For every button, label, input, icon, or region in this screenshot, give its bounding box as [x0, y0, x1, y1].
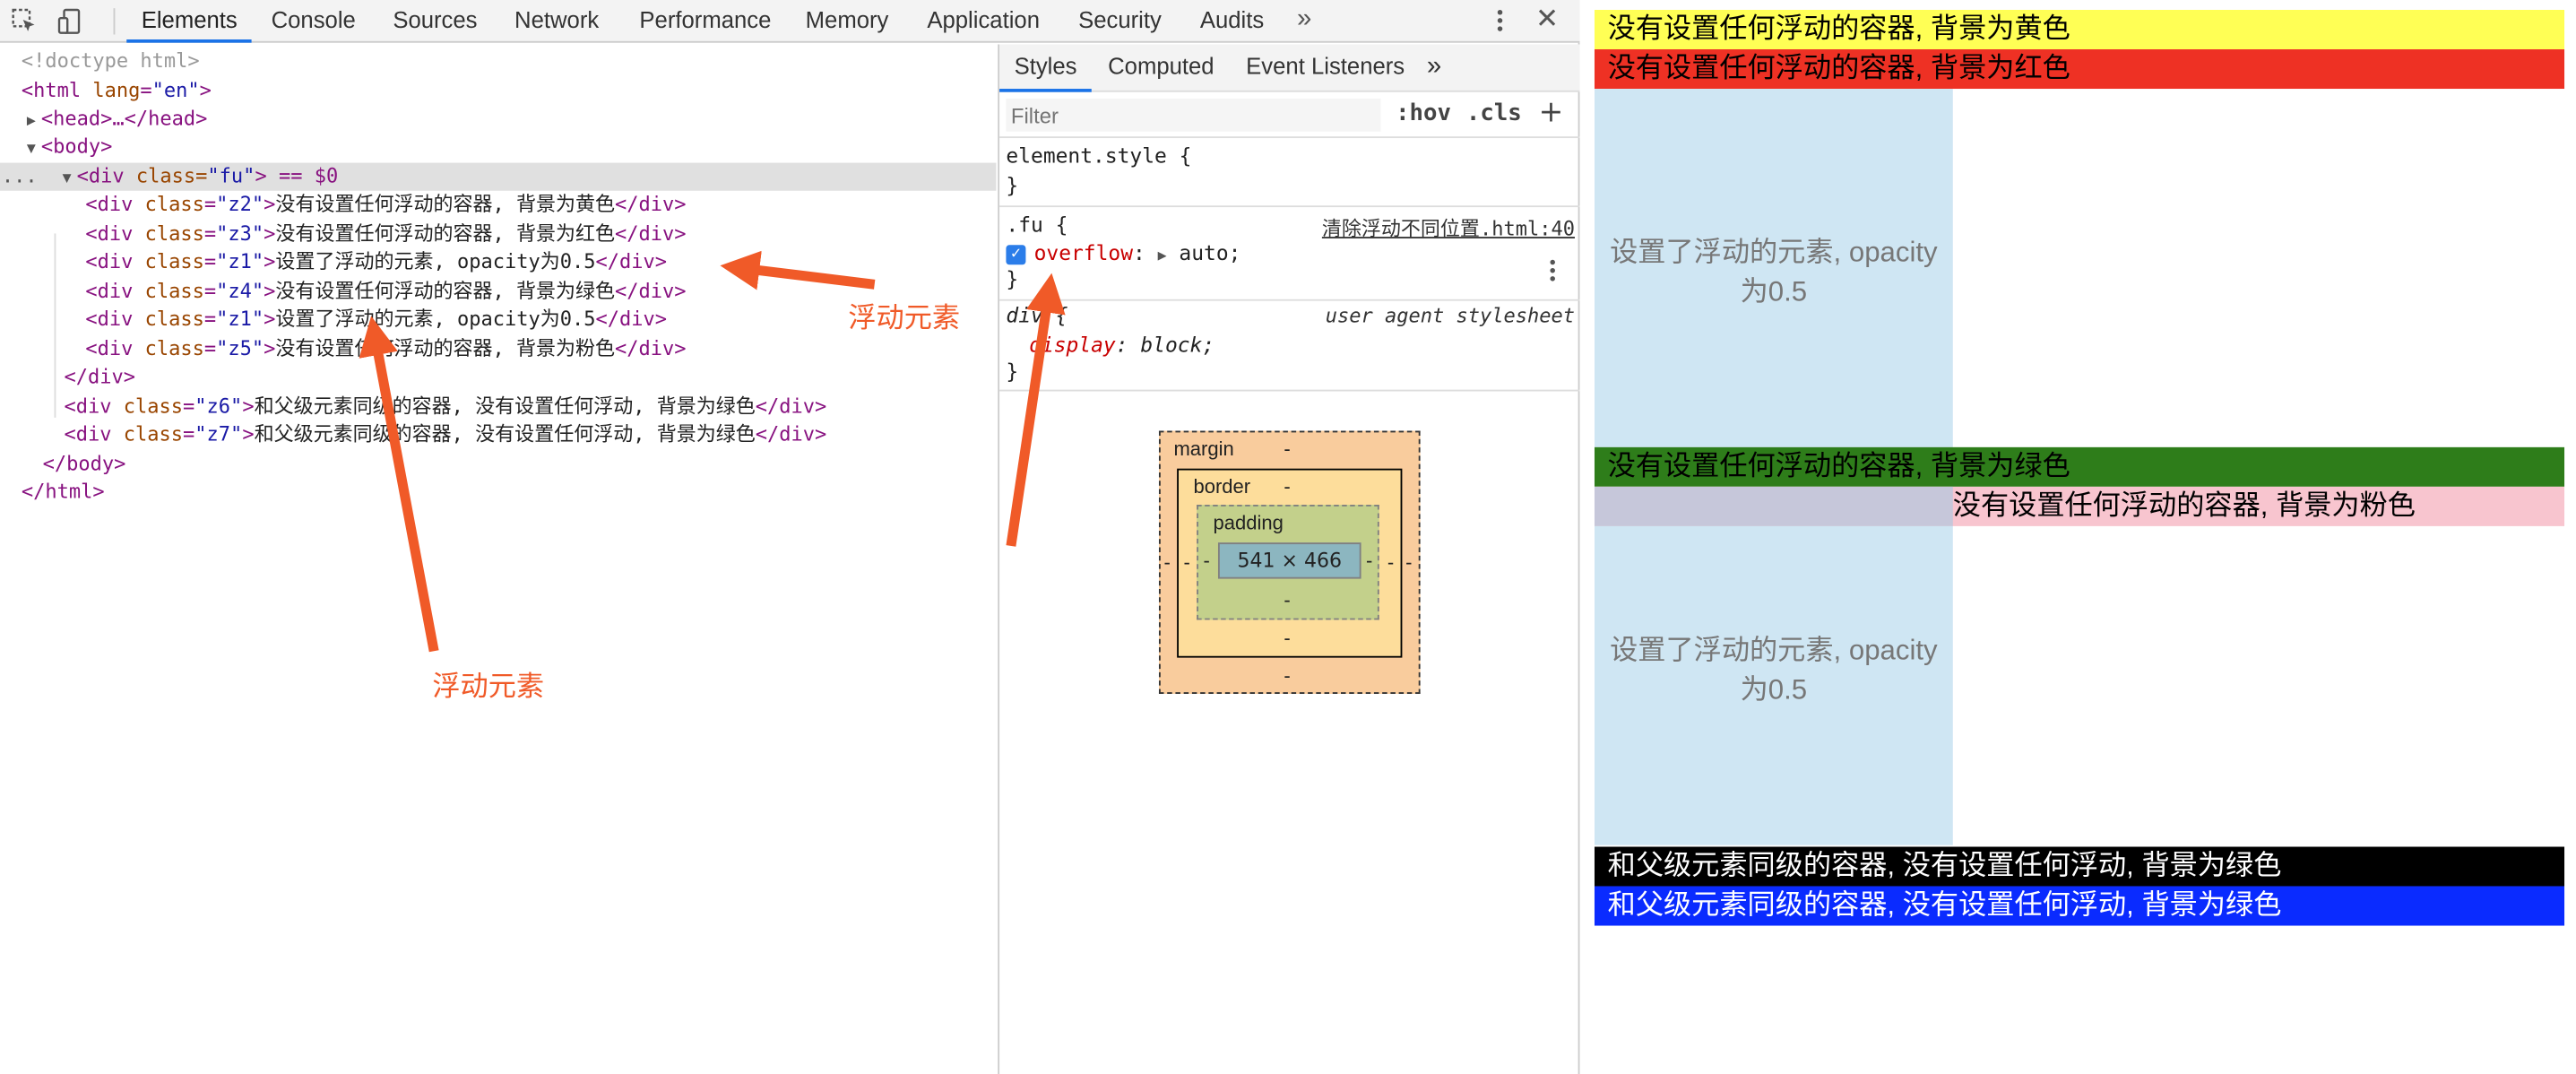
tree-div-close[interactable]: </div> [65, 363, 136, 391]
collapse-triangle-icon[interactable]: ▼ [57, 166, 77, 194]
tab-console[interactable]: Console [272, 0, 356, 43]
margin-top-value[interactable]: - [1284, 437, 1290, 461]
div-rule-close: } [1006, 358, 1019, 384]
more-tabs-icon[interactable]: » [1297, 0, 1311, 43]
devtools-menu-icon[interactable] [1490, 6, 1509, 36]
hov-toggle[interactable]: :hov [1396, 100, 1451, 126]
border-left-value[interactable]: - [1183, 550, 1189, 574]
cls-toggle[interactable]: .cls [1466, 100, 1522, 126]
tree-div-z5[interactable]: <div class="z5">没有设置任何浮动的容器, 背景为粉色</div> [85, 335, 686, 363]
inspect-element-icon[interactable] [10, 6, 39, 36]
box-model-content[interactable]: 541 × 466 [1217, 542, 1361, 579]
tab-network[interactable]: Network [514, 0, 599, 43]
padding-right-value[interactable]: - [1366, 550, 1372, 573]
styles-filter-bar: :hov .cls + [999, 94, 1580, 139]
tree-body-close[interactable]: </body> [43, 451, 126, 479]
tab-elements[interactable]: Elements [126, 0, 253, 43]
fu-rule-close: } [1006, 266, 1019, 291]
border-label: border [1193, 475, 1251, 498]
filter-input[interactable] [1006, 99, 1381, 132]
tree-div-z7[interactable]: <div class="z7">和父级元素同级的容器, 没有设置任何浮动, 背景… [65, 421, 827, 449]
styles-sidebar: Styles Computed Event Listeners » :hov .… [998, 44, 1580, 1074]
margin-label: margin [1173, 437, 1234, 461]
tab-performance[interactable]: Performance [639, 0, 771, 43]
annotation-label-1: 浮动元素 [848, 302, 961, 336]
tab-application[interactable]: Application [927, 0, 1040, 43]
tree-div-z1-first[interactable]: <div class="z1">设置了浮动的元素, opacity为0.5</d… [85, 248, 667, 276]
tree-div-z2[interactable]: <div class="z2">没有设置任何浮动的容器, 背景为黄色</div> [85, 191, 686, 219]
tree-div-z6[interactable]: <div class="z6">和父级元素同级的容器, 没有设置任何浮动, 背景… [65, 393, 827, 420]
more-tabs-icon[interactable]: » [1427, 45, 1441, 92]
element-style-selector[interactable]: element.style { [1006, 142, 1191, 171]
user-agent-label: user agent stylesheet [1325, 304, 1575, 327]
padding-left-value[interactable]: - [1203, 550, 1209, 573]
float-element-2-text: 设置了浮动的元素, opacity为0.5 [1610, 634, 1938, 706]
rule-divider [999, 389, 1580, 392]
rule-menu-icon[interactable] [1547, 258, 1557, 288]
device-toolbar-icon[interactable] [56, 6, 85, 36]
annotation-label-2: 浮动元素 [432, 671, 545, 704]
red-block: 没有设置任何浮动的容器, 背景为红色 [1594, 49, 2565, 90]
box-model-border[interactable]: border - - - - padding - - - 541 × 466 [1177, 468, 1403, 658]
float-element-1-text: 设置了浮动的元素, opacity为0.5 [1610, 237, 1938, 307]
tab-audits[interactable]: Audits [1200, 0, 1264, 43]
expand-triangle-icon[interactable]: ▶ [22, 108, 41, 136]
styles-tabbar: Styles Computed Event Listeners » [999, 44, 1580, 92]
tree-div-z3[interactable]: <div class="z3">没有设置任何浮动的容器, 背景为红色</div> [85, 221, 686, 248]
blue-block: 和父级元素同级的容器, 没有设置任何浮动, 背景为绿色 [1594, 886, 2565, 926]
rule-divider [999, 299, 1580, 301]
margin-left-value[interactable]: - [1163, 550, 1170, 574]
tree-guide-line [54, 233, 56, 418]
tree-html-close[interactable]: </html> [22, 479, 105, 507]
elements-tree: <!doctype html> <html lang="en"> ▶ <head>… [0, 45, 997, 1074]
tab-sources[interactable]: Sources [393, 0, 477, 43]
padding-label: padding [1213, 511, 1284, 535]
box-model-padding[interactable]: padding - - - 541 × 466 [1197, 505, 1379, 620]
float-element-2: 设置了浮动的元素, opacity为0.5 [1594, 525, 1953, 845]
tree-div-fu-selected[interactable]: ... ▼ <div class="fu"> == $0 [0, 162, 997, 194]
new-style-rule-icon[interactable]: + [1539, 95, 1564, 130]
devtools-tabbar: Elements Console Sources Network Perform… [0, 0, 1580, 43]
tab-styles[interactable]: Styles [999, 45, 1093, 92]
expand-triangle-icon[interactable]: ▶ [1158, 248, 1167, 264]
border-bottom-value[interactable]: - [1284, 627, 1290, 650]
element-style-close: } [1006, 172, 1019, 198]
display-declaration[interactable]: display: block; [1029, 331, 1215, 360]
pink-float-overlap [1594, 486, 1953, 526]
div-rule-selector[interactable]: div { [1006, 301, 1068, 331]
green-block: 没有设置任何浮动的容器, 背景为绿色 [1594, 446, 2565, 487]
overflow-declaration[interactable]: ✓ overflow: ▶ auto; [1006, 238, 1240, 272]
toolbar-divider [113, 8, 116, 35]
rule-divider [999, 205, 1580, 208]
box-model-margin[interactable]: margin - - - - border - - - - padding - … [1158, 430, 1421, 694]
margin-right-value[interactable]: - [1405, 550, 1412, 574]
property-checkbox[interactable]: ✓ [1006, 244, 1026, 264]
tree-div-z1-second[interactable]: <div class="z1">设置了浮动的元素, opacity为0.5</d… [85, 306, 667, 333]
tree-doctype[interactable]: <!doctype html> [22, 48, 200, 75]
tab-computed[interactable]: Computed [1108, 45, 1214, 92]
tree-head[interactable]: ▶ <head>…</head> [22, 105, 208, 133]
tree-div-z4[interactable]: <div class="z4">没有设置任何浮动的容器, 背景为绿色</div> [85, 278, 686, 306]
tab-event-listeners[interactable]: Event Listeners [1246, 45, 1405, 92]
tree-body[interactable]: ▼ <body> [22, 134, 113, 161]
devtools-panel: Elements Console Sources Network Perform… [0, 0, 1580, 1074]
yellow-block: 没有设置任何浮动的容器, 背景为黄色 [1594, 10, 2565, 50]
close-icon[interactable]: ✕ [1535, 4, 1559, 37]
tab-memory[interactable]: Memory [806, 0, 889, 43]
margin-bottom-value[interactable]: - [1284, 664, 1290, 688]
fu-rule-selector[interactable]: .fu { [1006, 211, 1068, 240]
fu-rule-source-link[interactable]: 清除浮动不同位置.html:40 [1322, 213, 1575, 241]
border-right-value[interactable]: - [1387, 550, 1394, 574]
collapse-triangle-icon[interactable]: ▼ [22, 136, 41, 164]
border-top-value[interactable]: - [1284, 475, 1290, 498]
page-preview: 没有设置任何浮动的容器, 背景为黄色 没有设置任何浮动的容器, 背景为红色 设置… [1581, 0, 2576, 1074]
pink-block: 没有设置任何浮动的容器, 背景为粉色 [1952, 489, 2416, 522]
black-block: 和父级元素同级的容器, 没有设置任何浮动, 背景为绿色 [1594, 846, 2565, 887]
tab-security[interactable]: Security [1078, 0, 1162, 43]
padding-bottom-value[interactable]: - [1284, 589, 1290, 612]
float-element-1: 设置了浮动的元素, opacity为0.5 [1594, 89, 1953, 447]
tree-html[interactable]: <html lang="en"> [22, 77, 212, 105]
